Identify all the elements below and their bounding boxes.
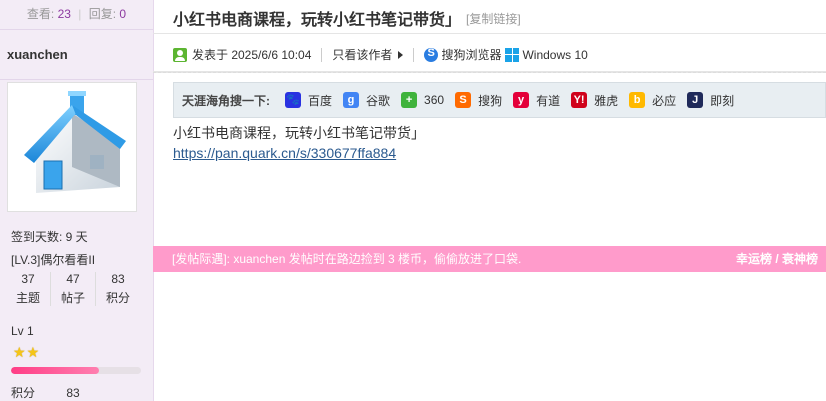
divider bbox=[153, 33, 826, 34]
search-engine-label: 有道 bbox=[536, 93, 561, 108]
browser-name: 搜狗浏览器 bbox=[441, 48, 502, 62]
views-count: 23 bbox=[57, 7, 71, 21]
google-icon: g bbox=[343, 92, 360, 108]
search-engines-bar: 天涯海角搜一下: 🐾 百度 g 谷歌 +360 S 搜狗 y 有道 Y! 雅虎 b 必应 J 即刻 bbox=[173, 82, 826, 118]
360-icon: + bbox=[401, 92, 418, 108]
count-number: 83 bbox=[111, 272, 125, 286]
search-label: 天涯海角搜一下: bbox=[182, 93, 270, 108]
search-engine-label: 必应 bbox=[652, 93, 677, 108]
search-engine-1[interactable]: g 谷歌 bbox=[343, 92, 390, 109]
search-engine-0[interactable]: 🐾 百度 bbox=[285, 92, 332, 109]
count-posts[interactable]: 47 帖子 bbox=[51, 272, 96, 306]
count-label: 积分 bbox=[105, 291, 130, 305]
thread-stats: 查看: 23 | 回复: 0 bbox=[0, 0, 153, 30]
os-name: Windows 10 bbox=[522, 47, 588, 62]
level-stars: ★ ★ bbox=[13, 345, 39, 359]
posted-at-text: 发表于 2025/6/6 10:04 bbox=[192, 48, 312, 62]
post-luck-banner: [发帖际遇]: xuanchen 发帖时在路边捡到 3 楼币，偷偷放进了口袋. … bbox=[153, 246, 826, 272]
bing-icon: b bbox=[629, 92, 646, 108]
avatar[interactable] bbox=[7, 82, 137, 212]
post-meta: 发表于 2025/6/6 10:04 只看该作者 搜狗浏览器 Windows 1… bbox=[173, 46, 588, 63]
score-value: 83 bbox=[66, 386, 80, 400]
youdao-icon: y bbox=[513, 92, 530, 108]
post-content-text: 小红书电商课程，玩转小红书笔记带货」 bbox=[173, 125, 425, 141]
level-progress-bar bbox=[11, 367, 141, 374]
search-engine-label: 百度 bbox=[308, 93, 333, 108]
luck-ranking-links[interactable]: 幸运榜 / 衰神榜 bbox=[736, 246, 818, 272]
search-engine-7[interactable]: J 即刻 bbox=[687, 92, 734, 109]
search-engine-label: 360 bbox=[424, 93, 445, 107]
search-engine-label: 即刻 bbox=[710, 93, 735, 108]
count-topics[interactable]: 37 主题 bbox=[6, 272, 51, 306]
posted-at: 发表于 2025/6/6 10:04 bbox=[173, 46, 311, 63]
post-content-link[interactable]: https://pan.quark.cn/s/330677ffa884 bbox=[173, 145, 396, 161]
author-sidebar: 查看: 23 | 回复: 0 xuanchen 签到天数: 9 天 [LV.3]… bbox=[0, 0, 154, 401]
windows-icon bbox=[505, 47, 520, 62]
search-engine-4[interactable]: y 有道 bbox=[513, 92, 560, 109]
user-online-icon bbox=[173, 47, 187, 62]
count-credits[interactable]: 83 积分 bbox=[96, 272, 140, 306]
jike-icon: J bbox=[687, 92, 704, 108]
yahoo-icon: Y! bbox=[571, 92, 588, 108]
house-avatar-icon bbox=[24, 91, 126, 193]
search-engine-6[interactable]: b 必应 bbox=[629, 92, 676, 109]
only-author-link[interactable]: 只看该作者 bbox=[332, 46, 404, 63]
count-label: 帖子 bbox=[60, 291, 85, 305]
views-label: 查看: bbox=[26, 7, 55, 21]
search-engine-label: 搜狗 bbox=[478, 93, 503, 108]
user-counts: 37 主题 47 帖子 83 积分 bbox=[6, 272, 140, 306]
level-progress-fill bbox=[11, 367, 100, 374]
sogou-icon: S bbox=[455, 92, 472, 108]
os-info: Windows 10 bbox=[505, 47, 588, 62]
arrow-right-icon bbox=[398, 50, 404, 59]
star-icon: ★ bbox=[13, 344, 26, 360]
luck-banner-text: [发帖际遇]: xuanchen 发帖时在路边捡到 3 楼币，偷偷放进了口袋. bbox=[172, 252, 522, 266]
sign-in-days: 签到天数: 9 天 bbox=[11, 230, 88, 244]
sogou-browser-icon bbox=[424, 47, 439, 62]
count-label: 主题 bbox=[15, 291, 40, 305]
count-number: 47 bbox=[66, 272, 80, 286]
search-engine-5[interactable]: Y! 雅虎 bbox=[571, 92, 618, 109]
count-number: 37 bbox=[21, 272, 35, 286]
copy-link-button[interactable]: [复制链接] bbox=[466, 10, 521, 27]
score-label: 积分 bbox=[11, 386, 36, 400]
only-author-label: 只看该作者 bbox=[332, 48, 393, 62]
user-lv: Lv 1 bbox=[11, 324, 34, 338]
search-engine-label: 谷歌 bbox=[366, 93, 391, 108]
author-name[interactable]: xuanchen bbox=[0, 30, 153, 80]
divider bbox=[153, 71, 826, 73]
score-row: 积分 83 bbox=[11, 384, 80, 401]
user-level-title[interactable]: [LV.3]偶尔看看II bbox=[11, 251, 95, 268]
browser-info: 搜狗浏览器 bbox=[424, 46, 501, 63]
baidu-icon: 🐾 bbox=[285, 92, 301, 108]
star-icon: ★ bbox=[26, 344, 40, 360]
post-title: 小红书电商课程，玩转小红书笔记带货」 bbox=[173, 12, 462, 29]
search-engine-3[interactable]: S 搜狗 bbox=[455, 92, 502, 109]
search-engine-2[interactable]: +360 bbox=[401, 92, 444, 109]
replies-label: 回复: bbox=[88, 7, 117, 21]
replies-count: 0 bbox=[119, 7, 127, 21]
search-engine-label: 雅虎 bbox=[594, 93, 619, 108]
